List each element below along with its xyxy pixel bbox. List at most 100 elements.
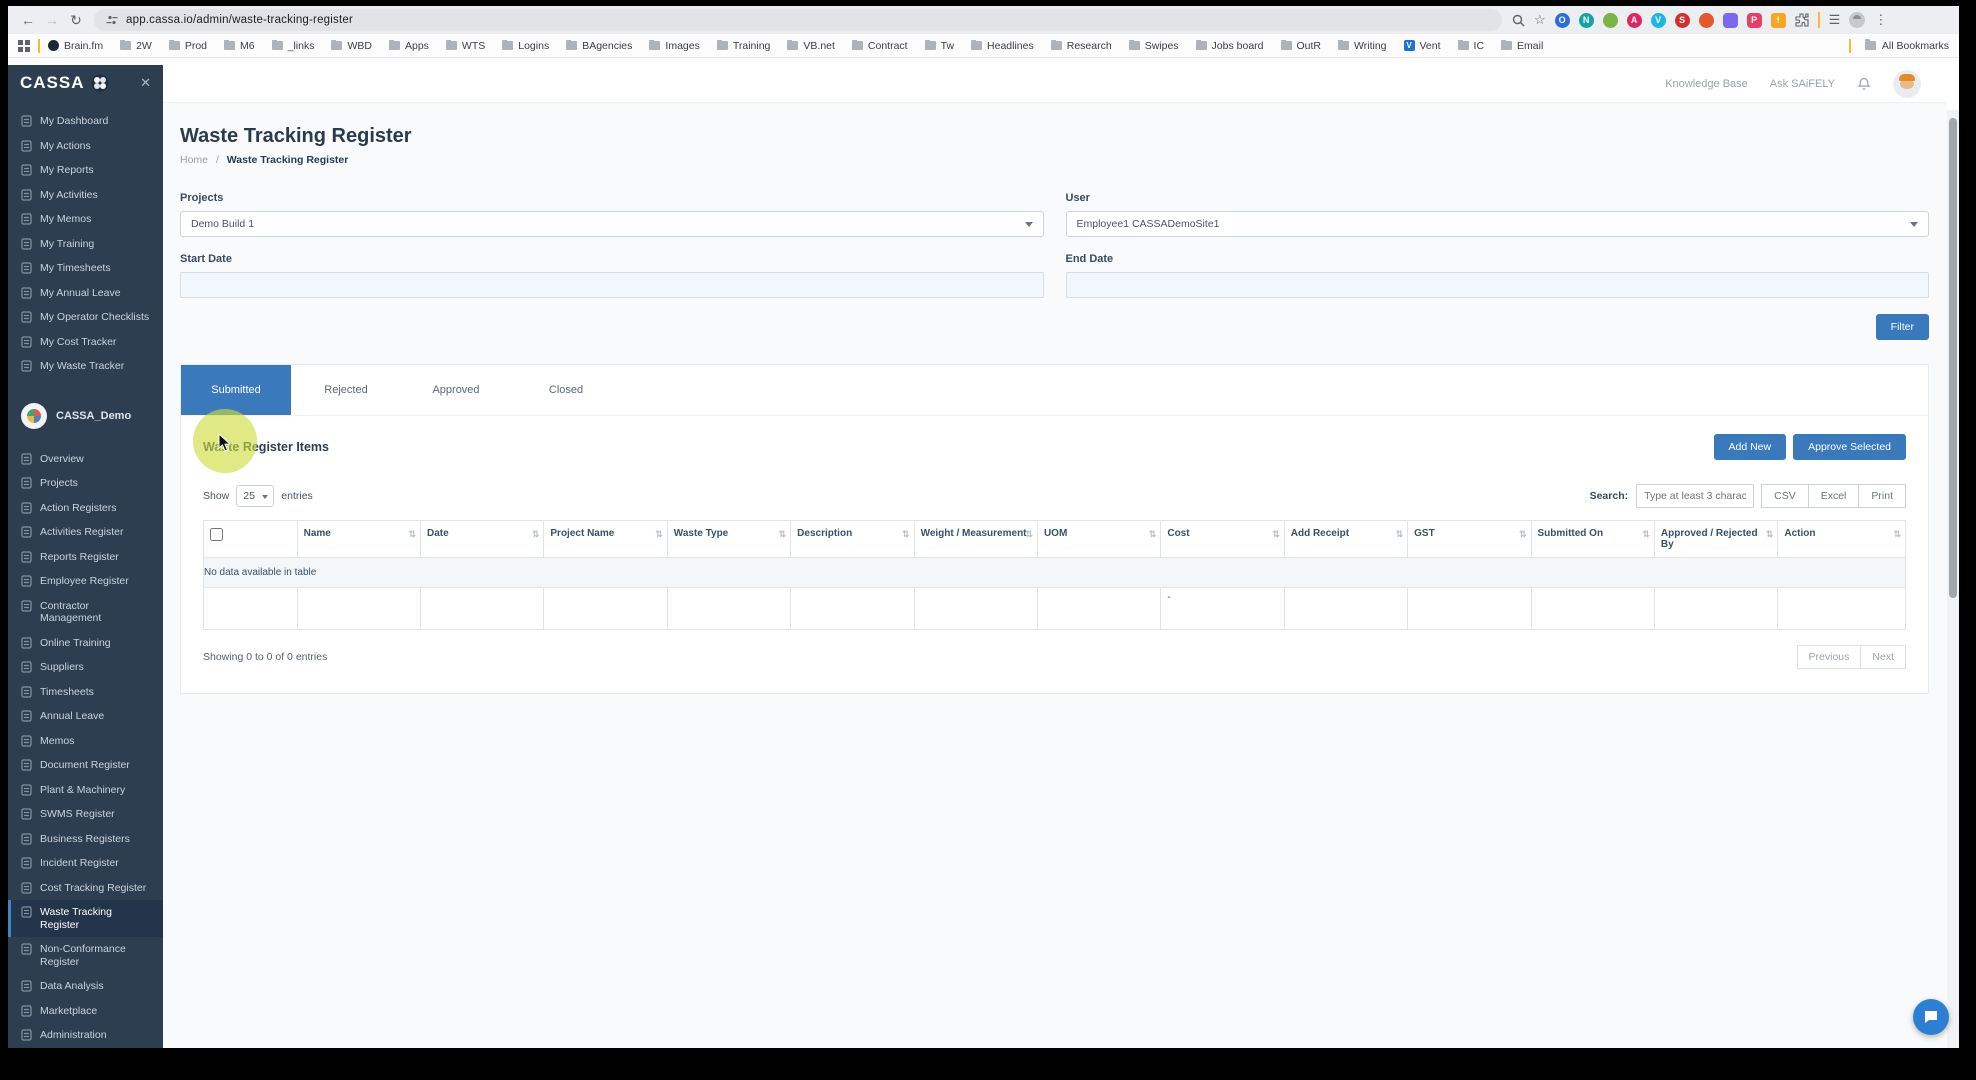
approve-selected-button[interactable]: Approve Selected — [1793, 434, 1906, 460]
bookmark-item[interactable]: Research — [1050, 39, 1112, 52]
next-button[interactable]: Next — [1860, 645, 1906, 669]
page-size-select[interactable]: 25 — [236, 485, 275, 507]
sidebar-item[interactable]: Non-Conformance Register — [8, 937, 163, 974]
sort-icon[interactable]: ⇅ — [1025, 529, 1033, 540]
sidebar-item[interactable]: Activities Register — [8, 520, 163, 545]
user-avatar[interactable] — [1893, 69, 1921, 98]
column-header[interactable]: UOM ⇅ — [1036, 520, 1162, 558]
site-settings-icon[interactable] — [106, 14, 118, 26]
bookmark-item[interactable]: Apps — [388, 39, 429, 52]
extension-icon[interactable] — [1602, 12, 1618, 28]
sort-icon[interactable]: ⇅ — [655, 529, 663, 540]
extension-icon[interactable]: O — [1554, 12, 1570, 28]
projects-select[interactable]: Demo Build 1 — [180, 211, 1044, 237]
page-scrollbar[interactable] — [1947, 110, 1959, 1048]
sidebar-item[interactable]: Projects — [8, 471, 163, 496]
column-header[interactable]: Project Name ⇅ — [543, 520, 668, 558]
column-header[interactable]: GST ⇅ — [1407, 520, 1532, 558]
filter-button[interactable]: Filter — [1875, 314, 1929, 340]
column-header[interactable]: Add Receipt ⇅ — [1283, 520, 1409, 558]
sort-icon[interactable]: ⇅ — [408, 529, 416, 540]
back-icon[interactable]: ← — [16, 12, 40, 28]
ask-saifely-link[interactable]: Ask SAiFELY — [1770, 78, 1835, 90]
notifications-bell-icon[interactable] — [1857, 77, 1871, 91]
sidebar-item[interactable]: Administration — [8, 1023, 163, 1048]
sidebar-item[interactable]: My Activities — [8, 183, 163, 208]
sidebar-item[interactable]: My Actions — [8, 134, 163, 159]
sidebar-item[interactable]: Reports Register — [8, 545, 163, 570]
sidebar-close-icon[interactable]: ✕ — [140, 75, 151, 91]
sidebar-item[interactable]: My Cost Tracker — [8, 330, 163, 355]
sidebar-item[interactable]: Business Registers — [8, 827, 163, 852]
extension-icon[interactable]: P — [1746, 12, 1762, 28]
bookmark-item[interactable]: Swipes — [1128, 39, 1179, 52]
bookmark-item[interactable]: _links — [271, 39, 314, 52]
column-header[interactable]: Waste Type ⇅ — [666, 520, 792, 558]
bookmark-item[interactable]: WBD — [331, 39, 372, 52]
add-new-button[interactable]: Add New — [1713, 434, 1787, 460]
bookmark-item[interactable]: Training — [716, 39, 770, 52]
sidebar-item[interactable]: My Reports — [8, 158, 163, 183]
extension-icon[interactable]: N — [1578, 12, 1594, 28]
sidebar-item[interactable]: My Operator Checklists — [8, 305, 163, 330]
sidebar-item[interactable]: Incident Register — [8, 851, 163, 876]
sidebar-item[interactable]: My Annual Leave — [8, 281, 163, 306]
bookmark-item[interactable]: M6 — [224, 39, 255, 52]
sort-icon[interactable]: ⇅ — [1149, 529, 1157, 540]
sidebar-item[interactable]: My Waste Tracker — [8, 354, 163, 379]
sidebar-item[interactable]: Memos — [8, 729, 163, 754]
sidebar-item[interactable]: Timesheets — [8, 680, 163, 705]
sidebar-item[interactable]: SWMS Register — [8, 802, 163, 827]
sidebar-item[interactable]: Overview — [8, 447, 163, 472]
status-tab[interactable]: Closed — [511, 365, 621, 415]
sidebar-item[interactable]: Cost Tracking Register — [8, 876, 163, 901]
end-date-input[interactable] — [1065, 272, 1929, 298]
sort-icon[interactable]: ⇅ — [902, 529, 910, 540]
sidebar-item[interactable]: Document Register — [8, 753, 163, 778]
extension-icon[interactable]: ! — [1770, 12, 1786, 28]
export-button[interactable]: Print — [1858, 484, 1906, 508]
apps-grid-icon[interactable] — [18, 39, 30, 52]
bookmark-item[interactable]: IC — [1457, 39, 1484, 52]
column-header[interactable]: Date ⇅ — [419, 520, 545, 558]
column-header[interactable]: Action ⇅ — [1777, 520, 1906, 558]
sort-icon[interactable]: ⇅ — [1396, 529, 1404, 540]
status-tab[interactable]: Approved — [401, 365, 511, 415]
bookmark-item[interactable]: Jobs board — [1195, 39, 1264, 52]
sidebar-item[interactable]: My Timesheets — [8, 256, 163, 281]
extension-icon[interactable]: V — [1650, 12, 1666, 28]
bookmark-item[interactable]: V Vent — [1403, 40, 1441, 52]
zoom-icon[interactable] — [1512, 14, 1525, 27]
browser-profile-avatar[interactable] — [1849, 12, 1866, 28]
sidebar-item[interactable]: Data Analysis — [8, 974, 163, 999]
bookmark-item[interactable]: Prod — [168, 39, 207, 52]
bookmark-item[interactable]: Logins — [502, 39, 549, 52]
column-header[interactable]: Weight / Measurement ⇅ — [913, 520, 1038, 558]
scrollbar-thumb[interactable] — [1949, 118, 1957, 598]
forward-icon[interactable]: → — [40, 12, 64, 28]
bookmark-item[interactable]: Writing — [1338, 39, 1387, 52]
sidebar-item[interactable]: Online Training — [8, 631, 163, 656]
column-header[interactable]: Approved / Rejected By ⇅ — [1653, 520, 1779, 558]
start-date-input[interactable] — [180, 272, 1044, 298]
bookmark-item[interactable]: Images — [649, 39, 700, 52]
column-header[interactable]: Description ⇅ — [790, 520, 915, 558]
status-tab[interactable]: Rejected — [291, 365, 401, 415]
status-tab[interactable]: Submitted — [181, 365, 291, 415]
bookmark-item[interactable]: Contract — [851, 39, 908, 52]
browser-menu-icon[interactable]: ⋮ — [1874, 12, 1887, 28]
column-header[interactable]: Cost ⇅ — [1160, 520, 1285, 558]
sidebar-item[interactable]: Action Registers — [8, 496, 163, 521]
extension-icon[interactable]: A — [1626, 12, 1642, 28]
sort-icon[interactable]: ⇅ — [1893, 529, 1901, 540]
all-bookmarks[interactable]: All Bookmarks — [1841, 38, 1949, 53]
sidebar-item[interactable]: Contractor Management — [8, 594, 163, 631]
sidebar-item[interactable]: Annual Leave — [8, 704, 163, 729]
export-button[interactable]: Excel — [1807, 484, 1860, 508]
sort-icon[interactable]: ⇅ — [779, 529, 787, 540]
bookmark-item[interactable]: BAgencies — [566, 39, 632, 52]
column-header[interactable]: Submitted On ⇅ — [1530, 520, 1655, 558]
column-header[interactable]: Name ⇅ — [296, 520, 422, 558]
sidebar-item[interactable]: My Memos — [8, 207, 163, 232]
search-input[interactable] — [1636, 484, 1755, 508]
